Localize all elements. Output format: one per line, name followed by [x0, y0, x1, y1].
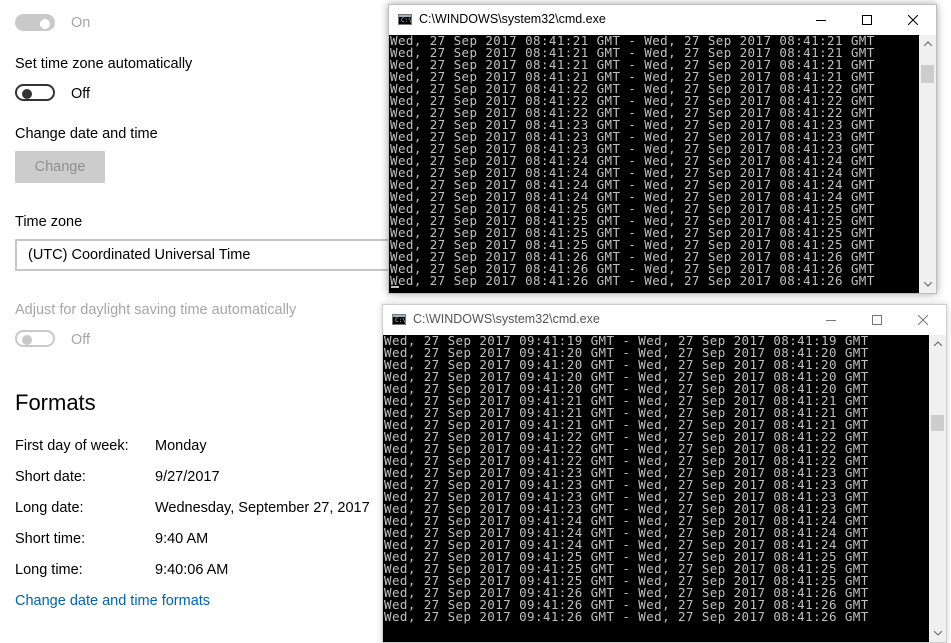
minimize-button[interactable]: [808, 305, 854, 335]
maximize-button[interactable]: [854, 305, 900, 335]
format-label: Short time:: [15, 531, 86, 547]
cmd-window-top[interactable]: C:\ C:\WINDOWS\system32\cmd.exe Wed, 27 …: [388, 4, 937, 294]
dst-state: Off: [71, 332, 91, 348]
format-value: Monday: [155, 438, 207, 454]
scroll-thumb[interactable]: [921, 65, 934, 83]
window-title: C:\WINDOWS\system32\cmd.exe: [419, 12, 606, 26]
scroll-up-icon: [933, 341, 942, 346]
format-label: Long time:: [15, 562, 83, 578]
time-zone-value: (UTC) Coordinated Universal Time: [28, 247, 251, 263]
maximize-button[interactable]: [844, 5, 890, 35]
close-icon: [908, 15, 918, 25]
maximize-icon: [862, 15, 872, 25]
auto-time-state: On: [71, 15, 91, 31]
set-tz-auto-label: Set time zone automatically: [15, 56, 193, 72]
change-formats-link[interactable]: Change date and time formats: [15, 593, 210, 609]
auto-time-toggle: [15, 14, 55, 31]
minimize-icon: [816, 20, 826, 21]
console-lines: Wed, 27 Sep 2017 08:41:21 GMT - Wed, 27 …: [390, 35, 875, 287]
format-value: 9:40:06 AM: [155, 562, 229, 578]
dst-toggle: [15, 330, 55, 347]
console-line: Wed, 27 Sep 2017 09:41:26 GMT - Wed, 27 …: [384, 609, 869, 624]
scroll-up-icon: [923, 41, 932, 46]
change-datetime-label: Change date and time: [15, 126, 158, 142]
vertical-scrollbar[interactable]: [929, 335, 946, 642]
format-label: First day of week:: [15, 438, 129, 454]
minimize-icon: [826, 320, 836, 321]
cmd-window-bottom[interactable]: C:\ C:\WINDOWS\system32\cmd.exe Wed, 27 …: [382, 304, 947, 643]
console-lines: Wed, 27 Sep 2017 09:41:19 GMT - Wed, 27 …: [384, 335, 869, 623]
time-zone-select[interactable]: (UTC) Coordinated Universal Time: [15, 239, 415, 271]
formats-heading: Formats: [15, 390, 96, 415]
cmd-app-icon[interactable]: C:\: [392, 314, 406, 325]
title-bar[interactable]: C:\ C:\WINDOWS\system32\cmd.exe: [389, 5, 936, 35]
format-label: Long date:: [15, 500, 84, 516]
console-line: Wed, 27 Sep 2017 08:41:26 GMT - Wed, 27 …: [390, 273, 875, 288]
minimize-button[interactable]: [798, 5, 844, 35]
scroll-up-button[interactable]: [929, 335, 946, 352]
console-output[interactable]: Wed, 27 Sep 2017 09:41:19 GMT - Wed, 27 …: [383, 335, 929, 642]
format-label: Short date:: [15, 469, 86, 485]
format-value: 9:40 AM: [155, 531, 209, 547]
scroll-thumb[interactable]: [931, 415, 944, 431]
close-icon: [918, 315, 928, 325]
scroll-down-button[interactable]: [929, 625, 946, 642]
maximize-icon: [872, 315, 882, 325]
title-bar[interactable]: C:\ C:\WINDOWS\system32\cmd.exe: [383, 305, 946, 335]
close-button[interactable]: [890, 5, 936, 35]
scroll-down-icon: [933, 631, 942, 636]
cmd-app-icon[interactable]: C:\: [398, 14, 412, 25]
format-value: Wednesday, September 27, 2017: [155, 500, 370, 516]
scroll-down-icon: [923, 282, 932, 287]
time-zone-label: Time zone: [15, 214, 83, 230]
format-value: 9/27/2017: [155, 469, 220, 485]
window-title: C:\WINDOWS\system32\cmd.exe: [413, 312, 600, 326]
change-button[interactable]: Change: [15, 151, 105, 183]
console-output[interactable]: Wed, 27 Sep 2017 08:41:21 GMT - Wed, 27 …: [389, 35, 919, 293]
text-cursor: [391, 286, 399, 288]
scroll-up-button[interactable]: [919, 35, 936, 52]
vertical-scrollbar[interactable]: [919, 35, 936, 293]
set-tz-auto-toggle[interactable]: [15, 84, 55, 101]
scroll-down-button[interactable]: [919, 276, 936, 293]
dst-label: Adjust for daylight saving time automati…: [15, 302, 297, 318]
set-tz-auto-state: Off: [71, 86, 91, 102]
close-button[interactable]: [900, 305, 946, 335]
